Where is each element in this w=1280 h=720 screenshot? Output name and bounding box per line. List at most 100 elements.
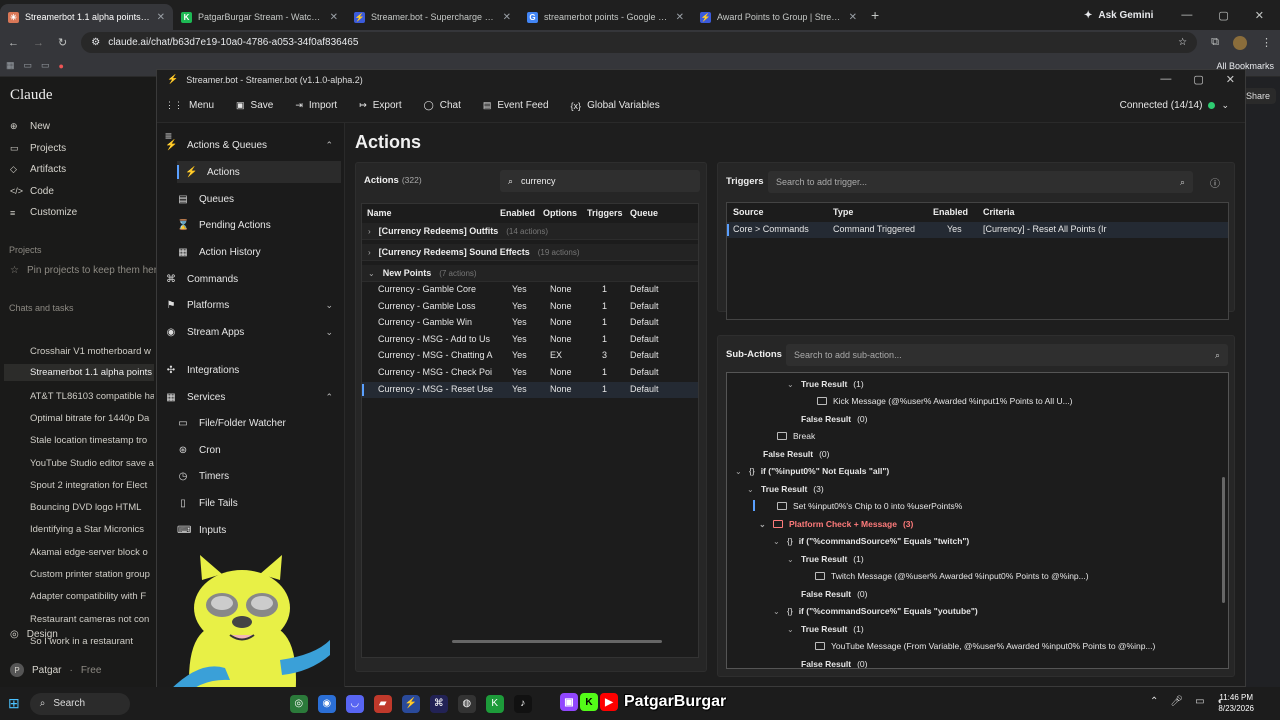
chevron-icon[interactable]: ⌃ [325,392,333,403]
streamerbot-taskbar-icon[interactable]: ⚡ [401,694,420,713]
subaction-tree-node[interactable]: ⌄{} if ("%commandSource%" Equals "twitch"… [773,536,969,546]
site-info-icon[interactable]: ⚙ [91,37,100,48]
claude-nav-projects[interactable]: ▭ Projects [10,143,66,154]
expand-caret-icon[interactable]: ⌄ [787,555,795,564]
expand-caret-icon[interactable]: › [368,227,371,236]
menu-menu-button[interactable]: ⋮⋮ Menu [165,100,214,111]
browser-menu-icon[interactable]: ⋮ [1261,36,1272,49]
subaction-tree-node[interactable]: False Result (0) [801,589,867,599]
tiktok-icon[interactable]: ♪ [513,694,532,713]
expand-caret-icon[interactable]: ⌄ [759,520,767,529]
expand-caret-icon[interactable]: ⌄ [787,625,795,634]
new-tab-icon[interactable]: + [871,7,879,23]
nav-item-integrations[interactable]: ✣ Integrations [165,359,341,381]
subaction-tree-node[interactable]: YouTube Message (From Variable, @%user% … [815,641,1155,651]
menu-event-feed-button[interactable]: ▤ Event Feed [483,100,549,111]
browser-tab[interactable]: Gstreamerbot points - Google Sea ✕ [519,4,692,30]
chevron-up-icon[interactable]: ⌃ [1150,696,1158,707]
table-row[interactable]: Currency - Gamble Win Yes None 1 Default [362,315,698,331]
profile-avatar[interactable] [1233,35,1247,50]
info-icon[interactable]: ⓘ [1210,175,1220,190]
mic-icon[interactable]: 🎤︎ [1170,696,1183,707]
table-row[interactable]: Currency - MSG - Reset Use Yes None 1 Defaul… [362,381,698,398]
address-bar[interactable]: ⚙ claude.ai/chat/b63d7e19-10a0-4786-a053-… [81,32,1198,53]
subaction-tree-node[interactable]: ⌄ True Result (3) [747,484,824,494]
subaction-tree-node[interactable]: False Result (0) [801,414,867,424]
tab-close-icon[interactable]: ✕ [157,12,165,23]
chat-list-item[interactable]: Identifying a Star Micronics [30,524,154,535]
bookmark-folder-icon[interactable]: ▭ [24,60,33,71]
nav-item-inputs[interactable]: ⌨ Inputs [177,519,341,541]
chat-list-item[interactable]: Streamerbot 1.1 alpha points [4,364,154,382]
column-header[interactable]: Options [543,204,577,223]
expand-caret-icon[interactable]: ⌄ [747,485,755,494]
table-row[interactable]: Currency - MSG - Chatting A Yes EX 3 Default [362,348,698,364]
bookmark-folder-icon[interactable]: ▭ [41,60,50,71]
action-group-row[interactable]: › [Currency Redeems] Outfits (14 actions) [362,223,698,240]
close-icon[interactable]: ✕ [1226,73,1235,86]
chat-list-item[interactable]: AT&T TL86103 compatible ha [30,391,154,402]
kick-icon[interactable]: K [485,694,504,713]
expand-caret-icon[interactable]: ⌄ [368,269,375,278]
subaction-tree-node[interactable]: Break [777,431,815,441]
claude-nav-artifacts[interactable]: ◇ Artifacts [10,164,66,175]
subaction-tree-node[interactable]: Kick Message (@%user% Awarded %input1% P… [817,396,1073,406]
nav-item-pending-actions[interactable]: ⌛ Pending Actions [177,214,341,236]
claude-nav-new[interactable]: ⊕ New [10,121,50,132]
connection-status[interactable]: Connected (14/14) ⌄ [1120,100,1229,111]
menu-import-button[interactable]: ⇥ Import [295,100,337,111]
obs-icon[interactable]: ◍ [457,694,476,713]
nav-item-services[interactable]: ▦ Services ⌃ [165,386,341,408]
chat-list-item[interactable]: Stale location timestamp tro [30,435,154,446]
menu-save-button[interactable]: ▣ Save [236,100,273,111]
subaction-tree-node[interactable]: Set %input0%'s Chip to 0 into %userPoint… [753,500,962,511]
minimize-icon[interactable]: — [1160,73,1171,86]
tab-close-icon[interactable]: ✕ [330,12,338,23]
nav-item-cron[interactable]: ⊛ Cron [177,439,341,461]
bookmark-icon[interactable]: ● [59,61,64,71]
reload-icon[interactable]: ↻ [58,36,67,49]
back-icon[interactable]: ← [8,37,19,49]
chat-list-item[interactable]: Spout 2 integration for Elect [30,480,154,491]
chat-list-item[interactable]: Bouncing DVD logo HTML [30,502,154,513]
table-row[interactable]: Core > Commands Command Triggered Yes [Curr… [727,222,1228,238]
table-row[interactable]: Currency - MSG - Check Poi Yes None 1 Defaul… [362,365,698,381]
column-header[interactable]: Enabled [500,204,535,223]
chrome-icon[interactable]: ◉ [317,694,336,713]
nav-item-action-history[interactable]: ▦ Action History [177,241,341,263]
browser-tab[interactable]: ⚡ Award Points to Group | Stream ✕ [692,4,865,30]
column-header[interactable]: Name [367,204,392,223]
menu-chat-button[interactable]: ◯ Chat [424,100,461,111]
app-icon[interactable]: ▰ [373,694,392,713]
browser-tab[interactable]: K PatgarBurgar Stream - Watch Liv ✕ [173,4,346,30]
subaction-search-input[interactable]: Search to add sub-action... ⌕ [786,344,1228,366]
column-header[interactable]: Type [833,203,853,222]
column-header[interactable]: Queue [630,204,658,223]
column-header[interactable]: Source [733,203,764,222]
expand-caret-icon[interactable]: ⌄ [787,380,795,389]
horizontal-scrollbar[interactable] [452,640,662,643]
chevron-icon[interactable]: ⌃ [325,140,333,151]
close-icon[interactable]: ✕ [1255,9,1264,22]
design-link[interactable]: ◎ Design [10,629,58,640]
app-icon[interactable]: ◎ [289,694,308,713]
chevron-icon[interactable]: ⌄ [325,300,333,311]
browser-tab[interactable]: ⚡ Streamer.bot - Supercharge your ✕ [346,4,519,30]
table-row[interactable]: Currency - Gamble Loss Yes None 1 Default [362,299,698,315]
browser-tab[interactable]: ✳ Streamerbot 1.1 alpha points an ✕ [0,4,173,30]
nav-item-timers[interactable]: ◷ Timers [177,465,341,487]
column-header[interactable]: Criteria [983,203,1015,222]
system-clock[interactable]: 11:46 PM 8/23/2026 [1218,692,1254,714]
nav-item-commands[interactable]: ⌘ Commands [165,268,341,290]
subaction-tree-node[interactable]: ⌄ True Result (1) [787,379,864,389]
column-header[interactable]: Enabled [933,203,968,222]
trigger-search-input[interactable]: Search to add trigger... ⌕ [768,171,1193,193]
taskbar-search[interactable]: ⌕ Search [29,692,130,715]
app-icon[interactable]: ⌘ [429,694,448,713]
action-group-row[interactable]: ⌄ New Points (7 actions) [362,265,698,282]
tab-close-icon[interactable]: ✕ [849,12,857,23]
expand-caret-icon[interactable]: ⌄ [735,467,743,476]
minimize-icon[interactable]: — [1181,9,1192,22]
expand-caret-icon[interactable]: ⌄ [773,607,781,616]
nav-item-actions[interactable]: ⚡ Actions [177,161,341,183]
